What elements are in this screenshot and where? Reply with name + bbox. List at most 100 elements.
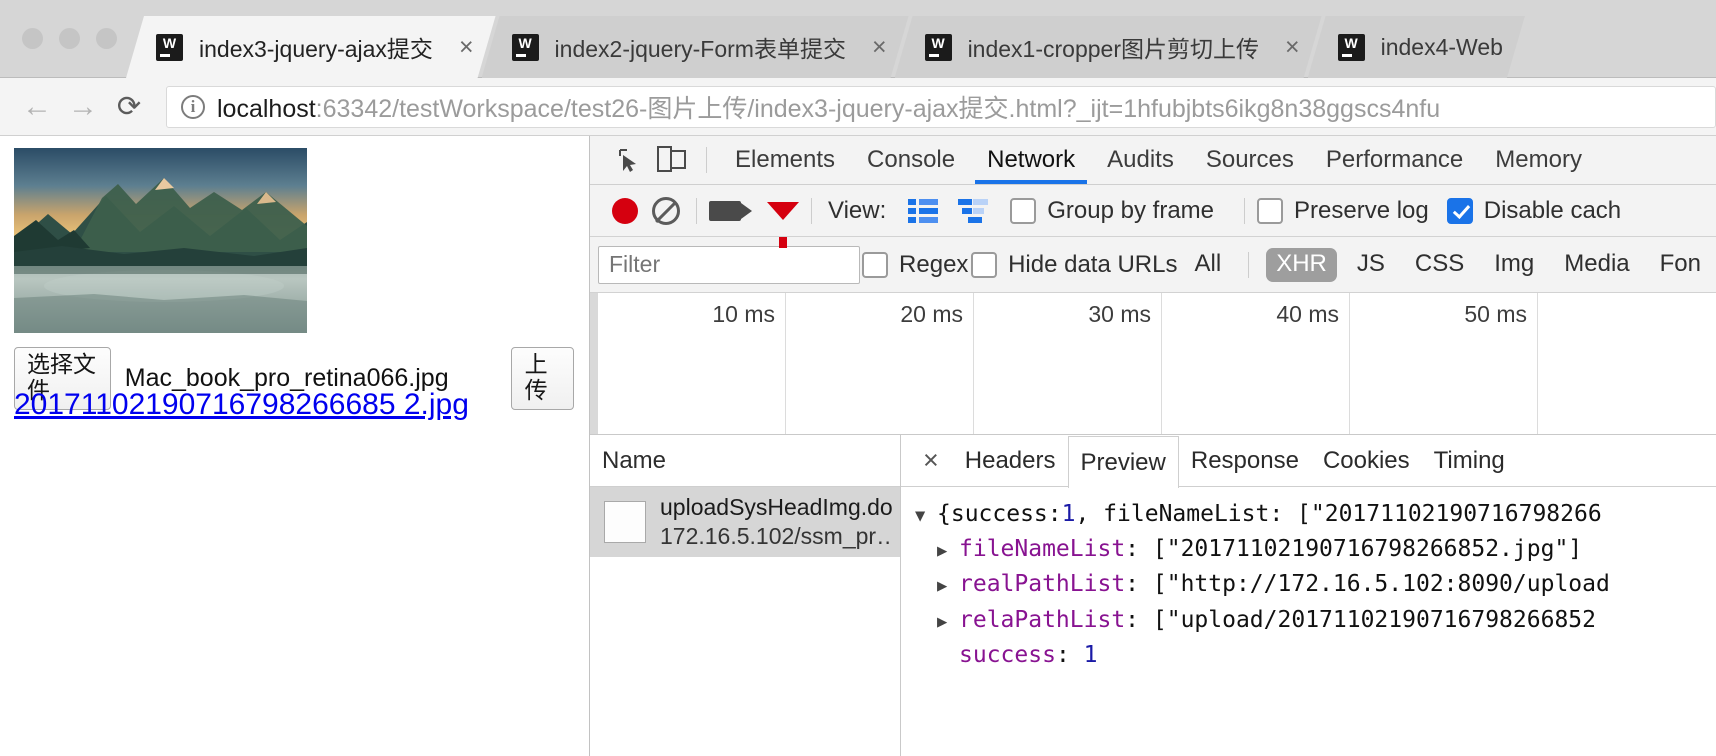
reload-icon[interactable]: ⟳ [106,84,152,130]
webstorm-icon: W [512,34,539,61]
regex-label: Regex [899,250,969,278]
url-input[interactable]: i localhost:63342/testWorkspace/test26-图… [166,85,1716,128]
close-icon[interactable]: × [1285,35,1300,60]
json-row-realpathlist[interactable]: ▶ realPathList: ["http://172.16.5.102:809… [915,567,1716,602]
detail-tab-preview[interactable]: Preview [1067,435,1179,488]
toolbar-divider [706,147,707,173]
table-row[interactable]: uploadSysHeadImg.do 172.16.5.102/ssm_pr… [590,487,900,557]
detail-tabbar: × Headers Preview Response Cookies Timin… [901,435,1716,488]
detail-tab-timing[interactable]: Timing [1422,435,1517,486]
clear-icon[interactable] [652,196,680,225]
url-text: localhost:63342/testWorkspace/test26-图片上… [217,89,1440,125]
overview-scrollbar[interactable] [590,293,598,434]
filter-type-font[interactable]: Fon [1650,248,1711,282]
browser-tab-title: index1-cropper图片剪切上传 [967,36,1259,62]
uploaded-file-link[interactable]: 20171102190716798266685 2.jpg [14,388,469,422]
filter-type-all[interactable]: All [1185,248,1232,282]
filter-type-xhr[interactable]: XHR [1266,247,1337,282]
json-key: success [959,641,1056,668]
hide-data-urls-label: Hide data URLs [1008,250,1178,278]
upload-button[interactable]: 上传 [510,347,574,410]
tab-performance[interactable]: Performance [1310,136,1479,184]
json-root-row[interactable]: ▼ {success: 1, fileNameList: ["2017110219… [915,497,1716,532]
json-value: 1 [1083,641,1098,668]
network-filterbar: Regex Hide data URLs All XHR JS CSS Img … [590,237,1716,293]
screenshot-root: W index3-jquery-ajax提交 × W index2-jquery… [0,0,1716,756]
json-value: ["http://172.16.5.102:8090/upload [1152,571,1610,598]
filter-input[interactable] [598,245,860,284]
camera-icon[interactable] [709,200,752,221]
browser-tab-1[interactable]: W index3-jquery-ajax提交 × [126,16,496,78]
json-key: relaPathList [959,606,1126,633]
expand-triangle-right-icon[interactable]: ▶ [937,613,959,631]
request-subtitle: 172.16.5.102/ssm_pr… [660,523,892,549]
close-window-button[interactable] [22,28,43,49]
request-name: uploadSysHeadImg.do [660,494,892,521]
waterfall-view-icon[interactable] [958,198,989,224]
view-label: View: [828,196,887,224]
info-icon[interactable]: i [181,94,205,119]
filter-type-media[interactable]: Media [1554,248,1639,282]
landscape-image [14,148,307,333]
detail-tab-cookies[interactable]: Cookies [1311,435,1422,486]
network-toolbar: View: Group by frame Preserve log Disabl… [590,185,1716,248]
tab-network[interactable]: Network [971,136,1091,184]
device-icon [657,146,686,172]
close-icon[interactable]: × [459,35,474,60]
timeline-tick: 50 ms [1464,301,1527,327]
detail-tab-response[interactable]: Response [1179,435,1311,486]
close-icon[interactable]: × [909,447,953,474]
network-bottom-split: Name uploadSysHeadImg.do 172.16.5.102/ss… [590,435,1716,756]
minimize-window-button[interactable] [59,28,80,49]
network-overview-timeline[interactable]: 10 ms 20 ms 30 ms 40 ms 50 ms [590,293,1716,435]
page-content: 选择文件 Mac_book_pro_retina066.jpg 上传 20171… [0,136,589,756]
json-value: ["20171102190716798266852.jpg"] [1152,536,1583,563]
forward-icon[interactable]: → [60,84,106,130]
browser-tab-title: index2-jquery-Form表单提交 [554,36,846,62]
hide-data-urls-checkbox[interactable] [971,251,998,278]
url-path: :63342/testWorkspace/test26-图片上传/index3-… [315,94,1441,123]
inspect-element-icon[interactable] [606,138,650,182]
tab-console[interactable]: Console [851,136,971,184]
json-root-prefix: {success: [937,501,1062,527]
disable-cache-checkbox[interactable] [1446,197,1473,224]
group-by-frame-checkbox[interactable] [1010,197,1037,224]
preserve-log-label: Preserve log [1294,196,1429,224]
browser-tab-2[interactable]: W index2-jquery-Form表单提交 × [482,16,909,78]
browser-tab-4[interactable]: W index4-Web [1308,16,1525,78]
regex-checkbox[interactable] [862,251,889,278]
json-row-success: success: 1 [915,638,1716,673]
preserve-log-checkbox[interactable] [1257,197,1283,224]
expand-triangle-right-icon[interactable]: ▶ [937,543,959,560]
webstorm-icon: W [1338,34,1365,61]
maximize-window-button[interactable] [96,28,117,49]
json-row-filenamelist[interactable]: ▶ fileNameList: ["20171102190716798266852… [915,532,1716,567]
filter-type-css[interactable]: CSS [1405,248,1474,282]
toggle-device-toolbar-icon[interactable] [650,138,694,182]
request-thumbnail-icon [604,501,646,543]
toolbar-divider [696,197,697,224]
address-bar: ← → ⟳ i localhost:63342/testWorkspace/te… [0,78,1716,136]
funnel-icon[interactable] [767,201,799,248]
back-icon[interactable]: ← [14,84,60,130]
filter-type-js[interactable]: JS [1347,248,1395,282]
tab-elements[interactable]: Elements [719,136,851,184]
record-icon[interactable] [612,197,638,224]
expand-triangle-right-icon[interactable]: ▶ [937,578,959,595]
close-icon[interactable]: × [872,35,887,60]
browser-tab-title: index3-jquery-ajax提交 [199,36,433,62]
browser-tab-3[interactable]: W index1-cropper图片剪切上传 × [895,16,1322,78]
tab-sources[interactable]: Sources [1190,136,1310,184]
timeline-tick: 20 ms [900,301,963,327]
tab-audits[interactable]: Audits [1091,136,1190,184]
filter-type-img[interactable]: Img [1484,248,1544,282]
json-row-relapathlist[interactable]: ▶ relaPathList: ["upload/2017110219071679… [915,603,1716,638]
detail-tab-headers[interactable]: Headers [953,435,1068,486]
request-detail-pane: × Headers Preview Response Cookies Timin… [901,435,1716,756]
list-view-icon[interactable] [908,198,939,224]
webstorm-icon: W [156,34,183,61]
expand-triangle-down-icon[interactable]: ▼ [915,508,937,525]
tab-memory[interactable]: Memory [1479,136,1598,184]
json-root-success-value: 1 [1061,501,1076,527]
requests-column-header[interactable]: Name [590,435,900,487]
